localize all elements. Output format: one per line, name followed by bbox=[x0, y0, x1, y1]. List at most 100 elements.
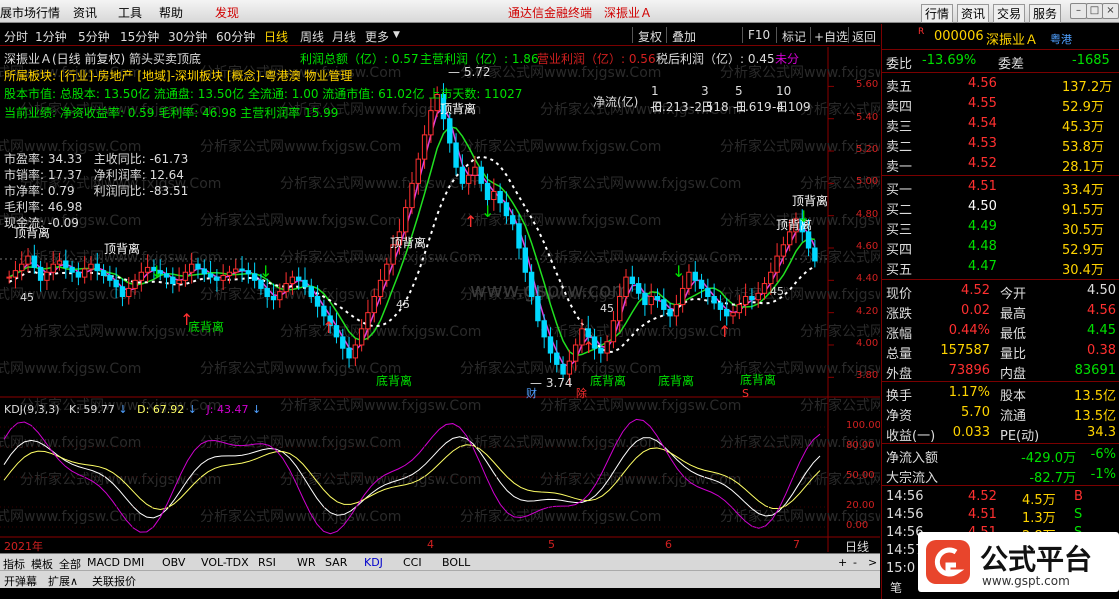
book-volume: 52.9万 bbox=[1062, 100, 1104, 115]
btn-rights[interactable]: 复权 bbox=[638, 28, 662, 45]
candle-body bbox=[352, 344, 359, 359]
close-icon[interactable]: × bbox=[1102, 3, 1119, 19]
btn-f10[interactable]: F10 bbox=[748, 28, 770, 42]
candle-body bbox=[251, 273, 258, 281]
book-volume: 33.4万 bbox=[1062, 183, 1104, 198]
candle-body bbox=[491, 190, 497, 201]
stat-label: 涨跌 bbox=[886, 307, 913, 322]
flow-row: 大宗流入 -82.7万 -1% bbox=[882, 465, 1119, 486]
book-level-label: 卖一 bbox=[886, 160, 913, 175]
btn-mark[interactable]: 标记 bbox=[782, 28, 806, 45]
candle-body bbox=[314, 295, 321, 307]
menu-discover[interactable]: 发现 bbox=[215, 4, 239, 21]
watermark-text: 分析家公式网www.fxjgsw.Com bbox=[280, 249, 481, 266]
rev-yoy-value: -61.73 bbox=[149, 152, 189, 166]
candle-body bbox=[453, 142, 459, 168]
tab-60min[interactable]: 60分钟 bbox=[216, 28, 255, 45]
tab-15min[interactable]: 15分钟 bbox=[120, 28, 159, 45]
btn-trade[interactable]: 交易 bbox=[993, 4, 1026, 23]
indicator-tab[interactable]: WR bbox=[297, 556, 316, 569]
btn-market[interactable]: 行情 bbox=[921, 4, 954, 23]
indicator-tab[interactable]: SAR bbox=[325, 556, 347, 569]
candle-body bbox=[346, 347, 352, 359]
watermark-text: 分析家公式网www.fxjgsw.Com bbox=[540, 323, 741, 340]
scroll-right-icon[interactable]: > bbox=[868, 556, 877, 569]
candle-body bbox=[572, 344, 579, 362]
zoom-out-icon[interactable]: - bbox=[853, 556, 857, 569]
tab-1min[interactable]: 1分钟 bbox=[35, 28, 67, 45]
main-profit: 主营利润（亿）: 1.86 bbox=[420, 52, 539, 66]
indicator-tab[interactable]: RSI bbox=[258, 556, 276, 569]
btn-overlay[interactable]: 叠加 bbox=[672, 28, 696, 45]
tab-30min[interactable]: 30分钟 bbox=[168, 28, 207, 45]
menu-market[interactable]: 展市场行情 bbox=[0, 4, 60, 21]
candle-body bbox=[308, 286, 314, 297]
more-dropdown-icon[interactable]: ▼ bbox=[393, 30, 400, 40]
indicator-tab[interactable]: DMI bbox=[123, 556, 144, 569]
stat-value-2: 4.56 bbox=[1087, 303, 1116, 318]
candle-body bbox=[585, 328, 591, 338]
r-tag: R bbox=[918, 27, 925, 37]
candle-body bbox=[207, 273, 214, 278]
stat-value-2: 4.50 bbox=[1087, 283, 1116, 298]
menu-news[interactable]: 资讯 bbox=[73, 4, 97, 21]
btn-danmaku[interactable]: 开弹幕 bbox=[4, 573, 37, 589]
tick-side: S bbox=[1074, 507, 1083, 522]
candle-body bbox=[6, 276, 12, 279]
kdj-header: KDJ(9,3,3) K: 59.77 ↓ D: 67.92 ↓ J: 43.4… bbox=[4, 403, 262, 416]
stat-value-2: 83691 bbox=[1074, 363, 1116, 378]
btn-add-watchlist[interactable]: +自选 bbox=[814, 28, 848, 45]
candle-body bbox=[384, 263, 390, 281]
x-label-6: 6 bbox=[665, 538, 672, 551]
indicator-tab[interactable]: BOLL bbox=[442, 556, 470, 569]
stat2-label-2: 流通 bbox=[1000, 409, 1027, 424]
candle-body bbox=[717, 302, 724, 310]
zoom-in-icon[interactable]: + bbox=[838, 556, 847, 569]
kline-chart[interactable]: 分析家公式网www.fxjgsw.Com 分析家公式网www.fxjgsw.Com… bbox=[0, 47, 880, 552]
candle-body bbox=[37, 266, 44, 281]
stat-row: 总量 157587 量比 0.38 bbox=[882, 341, 1119, 362]
indicator-tab[interactable]: MACD bbox=[87, 556, 120, 569]
tab-more[interactable]: 更多 bbox=[365, 28, 389, 45]
btn-service[interactable]: 服务 bbox=[1029, 4, 1062, 23]
btn-related-quotes[interactable]: 关联报价 bbox=[92, 573, 136, 589]
quote-header: R 000006 深振业Ａ 粤港 bbox=[882, 24, 1119, 48]
candle-body bbox=[63, 260, 69, 268]
btn-news[interactable]: 资讯 bbox=[957, 4, 990, 23]
candle-body bbox=[176, 279, 182, 285]
bottom-divergence-label: 底背离 bbox=[658, 373, 694, 388]
candle-body bbox=[780, 244, 787, 257]
maximize-icon[interactable]: □ bbox=[1086, 3, 1103, 19]
stat2-label: 净资 bbox=[886, 409, 913, 424]
candle-body bbox=[365, 312, 371, 330]
candle-body bbox=[730, 312, 736, 317]
btn-back[interactable]: 返回 bbox=[852, 28, 876, 45]
menu-tools[interactable]: 工具 bbox=[118, 4, 142, 21]
indicator-tab[interactable]: KDJ bbox=[364, 556, 383, 569]
candle-body bbox=[201, 268, 207, 275]
tab-timeshare[interactable]: 分时 bbox=[4, 28, 28, 45]
stats-separator bbox=[882, 279, 1119, 280]
indicator-tab[interactable]: OBV bbox=[162, 556, 185, 569]
candle-body bbox=[510, 215, 516, 225]
kdj-d-value: D: 67.92 bbox=[137, 403, 185, 416]
indicator-tab[interactable]: CCI bbox=[403, 556, 422, 569]
minimize-icon[interactable]: – bbox=[1070, 3, 1087, 19]
btn-expand[interactable]: 扩展∧ bbox=[48, 573, 78, 589]
order-book-asks-row: 卖二 4.53 53.8万 bbox=[882, 134, 1119, 155]
menu-help[interactable]: 帮助 bbox=[159, 4, 183, 21]
candle-body bbox=[560, 363, 566, 375]
indicator-tab[interactable]: VOL-TDX bbox=[201, 556, 249, 569]
ma-value-tag: 45 bbox=[396, 298, 410, 311]
candle-body bbox=[302, 279, 308, 288]
weicha-value: -1685 bbox=[1072, 53, 1110, 68]
stat-label-2: 最高 bbox=[1000, 307, 1027, 322]
tab-daily[interactable]: 日线 bbox=[264, 28, 288, 45]
candle-body bbox=[107, 274, 113, 281]
fundamentals-block: 市盈率: 34.33 主收同比: -61.73 市销率: 17.37 净利润率:… bbox=[4, 152, 189, 230]
tab-weekly[interactable]: 周线 bbox=[300, 28, 324, 45]
book-separator bbox=[882, 175, 1119, 176]
tab-5min[interactable]: 5分钟 bbox=[78, 28, 110, 45]
logo-url: www.gspt.com bbox=[982, 574, 1070, 588]
tab-monthly[interactable]: 月线 bbox=[332, 28, 356, 45]
